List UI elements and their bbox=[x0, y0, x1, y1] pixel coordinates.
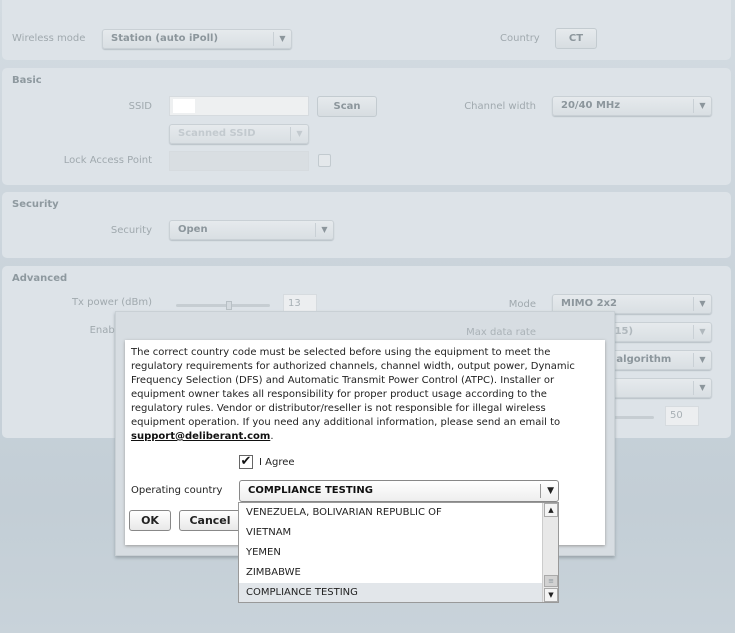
security-select[interactable]: Open ▼ bbox=[169, 220, 334, 240]
wireless-mode-value: Station (auto iPoll) bbox=[111, 33, 219, 44]
chevron-down-icon: ▼ bbox=[693, 325, 711, 339]
country-option[interactable]: VIETNAM bbox=[239, 523, 543, 543]
country-option[interactable]: YEMEN bbox=[239, 543, 543, 563]
chevron-down-icon: ▼ bbox=[315, 223, 333, 237]
tx-power-label: Tx power (dBm) bbox=[71, 297, 152, 308]
second-slider-value: 50 bbox=[670, 410, 683, 421]
scanned-ssid-placeholder: Scanned SSID bbox=[178, 128, 256, 139]
second-slider-input[interactable]: 50 bbox=[665, 406, 699, 426]
tx-power-value: 13 bbox=[288, 298, 301, 309]
algorithm-value: c algorithm bbox=[607, 354, 672, 365]
country-dropdown-list[interactable]: VENEZUELA, BOLIVARIAN REPUBLIC OF VIETNA… bbox=[238, 502, 559, 603]
security-value: Open bbox=[178, 224, 208, 235]
slider-handle[interactable] bbox=[226, 301, 232, 310]
chevron-down-icon: ▼ bbox=[540, 484, 554, 498]
country-option[interactable]: VENEZUELA, BOLIVARIAN REPUBLIC OF bbox=[239, 503, 543, 523]
security-heading: Security bbox=[12, 199, 59, 210]
channel-width-label: Channel width bbox=[464, 101, 536, 112]
lock-ap-label: Lock Access Point bbox=[63, 155, 152, 166]
country-option[interactable]: ZIMBABWE bbox=[239, 563, 543, 583]
scroll-down-icon[interactable]: ▼ bbox=[544, 588, 558, 602]
mode-label: Mode bbox=[508, 299, 536, 310]
chevron-down-icon: ▼ bbox=[273, 32, 291, 46]
scanned-ssid-select[interactable]: Scanned SSID ▼ bbox=[169, 124, 309, 144]
chevron-down-icon: ▼ bbox=[693, 99, 711, 113]
dropdown-scrollbar[interactable]: ▲ ≡ ▼ bbox=[542, 503, 558, 602]
tx-power-slider[interactable] bbox=[176, 301, 270, 310]
security-label: Security bbox=[110, 225, 152, 236]
ok-button[interactable]: OK bbox=[129, 510, 171, 531]
chevron-down-icon: ▼ bbox=[693, 353, 711, 367]
agree-checkbox[interactable]: ✔ bbox=[239, 455, 253, 469]
operating-country-value: COMPLIANCE TESTING bbox=[248, 485, 373, 496]
operating-country-label: Operating country bbox=[131, 485, 223, 496]
disclaimer-text: The correct country code must be selecte… bbox=[131, 347, 575, 428]
support-email-link[interactable]: support@deliberant.com bbox=[131, 431, 270, 442]
security-panel: Security Security Open ▼ bbox=[2, 192, 731, 258]
chevron-down-icon: ▼ bbox=[693, 297, 711, 311]
max-rate-label: Max data rate bbox=[466, 327, 536, 338]
cancel-button[interactable]: Cancel bbox=[179, 510, 241, 531]
checkmark-icon: ✔ bbox=[240, 454, 252, 469]
scan-button[interactable]: Scan bbox=[317, 96, 377, 117]
ssid-label: SSID bbox=[128, 101, 152, 112]
wireless-mode-label: Wireless mode bbox=[12, 33, 86, 44]
mode-value: MIMO 2x2 bbox=[561, 298, 617, 309]
basic-heading: Basic bbox=[12, 75, 42, 86]
channel-width-select[interactable]: 20/40 MHz ▼ bbox=[552, 96, 712, 116]
basic-panel: Basic SSID Scan Scanned SSID ▼ Lock Acces… bbox=[2, 68, 731, 185]
lock-ap-input[interactable] bbox=[169, 151, 309, 171]
ssid-input[interactable] bbox=[169, 96, 309, 116]
channel-width-value: 20/40 MHz bbox=[561, 100, 621, 111]
country-label: Country bbox=[500, 33, 540, 44]
wireless-mode-select[interactable]: Station (auto iPoll) ▼ bbox=[102, 29, 292, 49]
operating-country-select[interactable]: COMPLIANCE TESTING ▼ bbox=[239, 480, 559, 502]
scrollbar-thumb[interactable]: ≡ bbox=[544, 575, 558, 587]
agree-label: I Agree bbox=[259, 457, 295, 468]
country-option-selected[interactable]: COMPLIANCE TESTING bbox=[239, 583, 543, 602]
advanced-heading: Advanced bbox=[12, 273, 68, 284]
scroll-up-icon[interactable]: ▲ bbox=[544, 503, 558, 517]
top-panel: Wireless mode Station (auto iPoll) ▼ Coun… bbox=[2, 0, 731, 60]
chevron-down-icon: ▼ bbox=[693, 381, 711, 395]
country-button[interactable]: CT bbox=[555, 28, 597, 49]
chevron-down-icon: ▼ bbox=[290, 127, 308, 141]
dialog-text: The correct country code must be selecte… bbox=[131, 347, 575, 442]
lock-ap-checkbox[interactable] bbox=[318, 154, 331, 167]
